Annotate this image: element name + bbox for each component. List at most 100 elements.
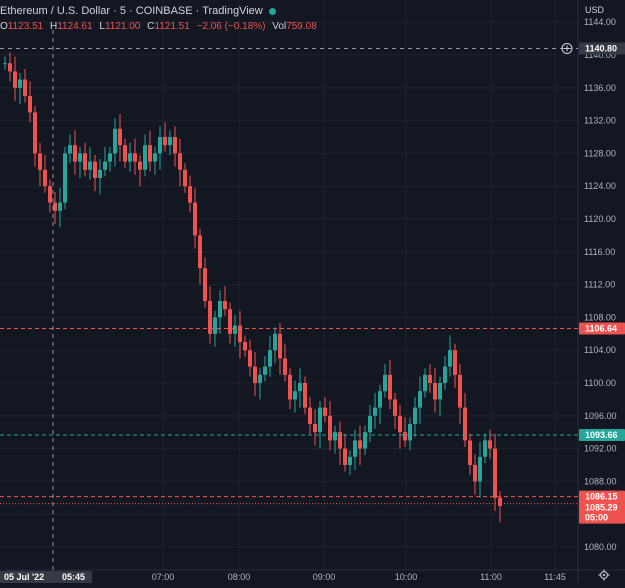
candle-body (43, 169, 47, 187)
candle-body (343, 448, 347, 465)
candle-body (178, 153, 182, 170)
open-value: 1123.51 (7, 21, 44, 32)
candle-body (278, 333, 282, 359)
candle-body (123, 145, 127, 162)
price-tick-label: 1100.00 (584, 378, 616, 388)
candle-body (443, 366, 447, 383)
ohlc-legend: O1123.51 H1124.61 L1121.00 C1121.51 −2.0… (0, 21, 321, 32)
symbol-header[interactable]: Ethereum / U.S. Dollar · 5 · COINBASE · … (0, 5, 276, 17)
candle-body (473, 465, 477, 482)
candle-body (268, 350, 272, 367)
candle-body (328, 415, 332, 441)
price-tick-label: 1104.00 (584, 345, 616, 355)
candle-body (158, 137, 162, 154)
candle-body (33, 112, 37, 154)
price-level-label: 1093.66 (585, 430, 618, 440)
candle-body (468, 440, 472, 465)
candle-body (53, 202, 57, 211)
price-tick-label: 1092.00 (584, 444, 617, 454)
candle-body (293, 391, 297, 400)
candle-body (413, 407, 417, 424)
candle-body (418, 391, 422, 408)
volume-value: 759.08 (286, 21, 317, 32)
candle-body (18, 79, 22, 88)
close-value: 1121.51 (154, 21, 190, 32)
candle-body (128, 153, 132, 162)
price-tick-label: 1116.00 (584, 247, 615, 257)
countdown-label: 05:00 (585, 513, 608, 523)
candle-body (183, 169, 187, 187)
candle-body (453, 350, 457, 375)
candle-body (368, 415, 372, 433)
candle-body (23, 79, 27, 96)
candle-body (198, 235, 202, 269)
price-tick-label: 1132.00 (584, 116, 616, 126)
candle-body (113, 128, 117, 154)
candle-body (398, 415, 402, 433)
candle-body (318, 407, 322, 433)
volume-label: Vol (272, 21, 287, 32)
candle-body (433, 383, 437, 400)
gear-icon[interactable] (598, 569, 610, 581)
candlestick-chart[interactable]: 1144.001140.001136.001132.001128.001124.… (0, 0, 625, 583)
time-tick-label: 09:00 (313, 572, 336, 582)
candle-body (438, 383, 442, 400)
price-tick-label: 1120.00 (584, 214, 616, 224)
candle-body (303, 383, 307, 408)
candle-body (488, 440, 492, 449)
candle-body (283, 358, 287, 375)
candle-body (263, 366, 267, 375)
price-level-label: 1086.15 (585, 492, 618, 502)
price-level-label: 1106.64 (585, 324, 617, 334)
candle-body (78, 153, 82, 162)
candles (3, 52, 502, 523)
candle-body (63, 153, 67, 203)
price-tick-label: 1080.00 (584, 542, 617, 552)
candle-body (168, 137, 172, 146)
candle-body (193, 202, 197, 236)
candle-body (383, 374, 387, 392)
high-value: 1124.61 (57, 21, 93, 32)
candle-body (8, 63, 12, 72)
crosshair-date-label: 05 Jul '22 (4, 572, 44, 582)
candle-body (133, 153, 137, 162)
candle-body (223, 301, 227, 310)
price-tick-label: 1136.00 (584, 83, 616, 93)
candle-body (88, 161, 92, 170)
candle-body (378, 391, 382, 408)
candle-body (188, 186, 192, 203)
candle-body (58, 202, 62, 211)
price-level-label: 1085.29 (585, 503, 618, 513)
price-tick-label: 1112.00 (584, 280, 615, 290)
price-tick-label: 1108.00 (584, 312, 616, 322)
candle-body (173, 137, 177, 154)
low-value: 1121.00 (104, 21, 141, 32)
price-tick-label: 1128.00 (584, 148, 616, 158)
symbol-name[interactable]: Ethereum (0, 5, 48, 17)
candle-body (323, 407, 327, 416)
candle-body (83, 153, 87, 170)
candle-body (68, 145, 72, 154)
candle-body (148, 145, 152, 162)
candle-body (73, 145, 77, 162)
candle-body (218, 301, 222, 318)
candle-body (253, 366, 257, 383)
candle-body (103, 161, 107, 170)
price-tick-label: 1088.00 (584, 476, 617, 486)
currency-label[interactable]: USD (585, 5, 604, 15)
candle-body (3, 63, 7, 65)
price-tick-label: 1096.00 (584, 411, 617, 421)
crosshair-price-label: 1140.80 (585, 43, 617, 53)
candle-body (348, 456, 352, 465)
live-dot-icon (268, 7, 276, 15)
candle-body (373, 407, 377, 416)
candle-body (313, 424, 317, 433)
candle-body (28, 96, 32, 113)
candle-body (403, 432, 407, 441)
chart-area[interactable]: 1144.00 1140.00 1136.00 1132.00 1128.00 1124.… (0, 0, 625, 583)
candle-body (163, 137, 167, 146)
candle-body (203, 268, 207, 301)
candle-body (243, 342, 247, 351)
candle-body (393, 399, 397, 416)
candle-body (448, 350, 452, 367)
